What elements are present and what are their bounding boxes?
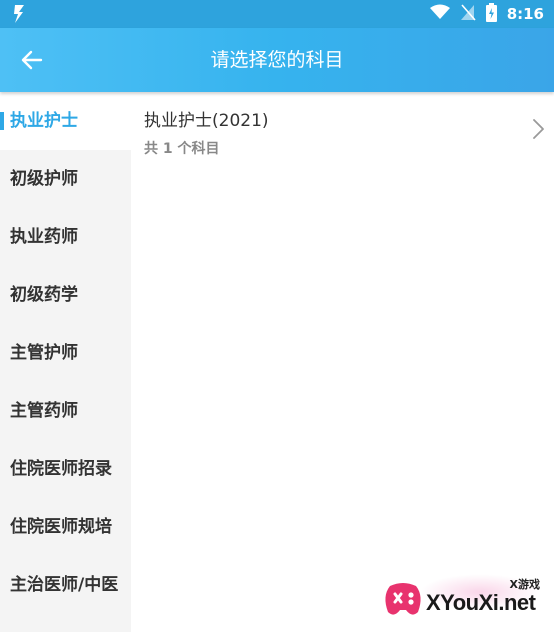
wifi-icon: [429, 4, 450, 24]
app-notification-icon: [12, 3, 26, 29]
sidebar-item-chuji-hushi[interactable]: 初级护师: [0, 150, 131, 208]
subject-count: 共 1 个科目: [144, 141, 220, 157]
sidebar-item-zhuyuan-yishi-zhaolu[interactable]: 住院医师招录: [0, 440, 131, 498]
sidebar-item-zhuguan-hushi[interactable]: 主管护师: [0, 324, 131, 382]
battery-icon: [485, 2, 497, 26]
sidebar-item-zhiye-yaoshi[interactable]: 执业药师: [0, 208, 131, 266]
arrow-left-icon: [21, 50, 43, 70]
app-bar: 请选择您的科目: [0, 28, 554, 92]
sidebar-item-zhuguan-yaoshi[interactable]: 主管药师: [0, 382, 131, 440]
back-button[interactable]: [14, 42, 50, 78]
page-title: 请选择您的科目: [210, 49, 344, 71]
watermark-text: XYouXi.net: [426, 590, 536, 615]
chevron-right-icon: [533, 119, 544, 139]
status-bar: 8:16: [0, 0, 554, 28]
sidebar-item-zhuzhi-yishi-zhongyi[interactable]: 主治医师/中医: [0, 556, 131, 614]
sidebar-item-zhiye-hushi[interactable]: 执业护士: [0, 92, 131, 150]
list-item[interactable]: 执业护士(2021) 共 1 个科目: [131, 92, 554, 168]
gamepad-logo-icon: [382, 580, 424, 624]
sidebar-item-chuji-yaoxue[interactable]: 初级药学: [0, 266, 131, 324]
sidebar-item-zhuyuan-yishi-guipei[interactable]: 住院医师规培: [0, 498, 131, 556]
category-sidebar: 执业护士 初级护师 执业药师 初级药学 主管护师 主管药师 住院医师招录 住院医…: [0, 92, 131, 632]
subject-title: 执业护士(2021): [144, 111, 269, 131]
status-time: 8:16: [506, 5, 544, 23]
signal-off-icon: [460, 3, 476, 25]
watermark: X游戏 XYouXi.net: [380, 568, 554, 632]
subject-list: 执业护士(2021) 共 1 个科目: [131, 92, 554, 632]
